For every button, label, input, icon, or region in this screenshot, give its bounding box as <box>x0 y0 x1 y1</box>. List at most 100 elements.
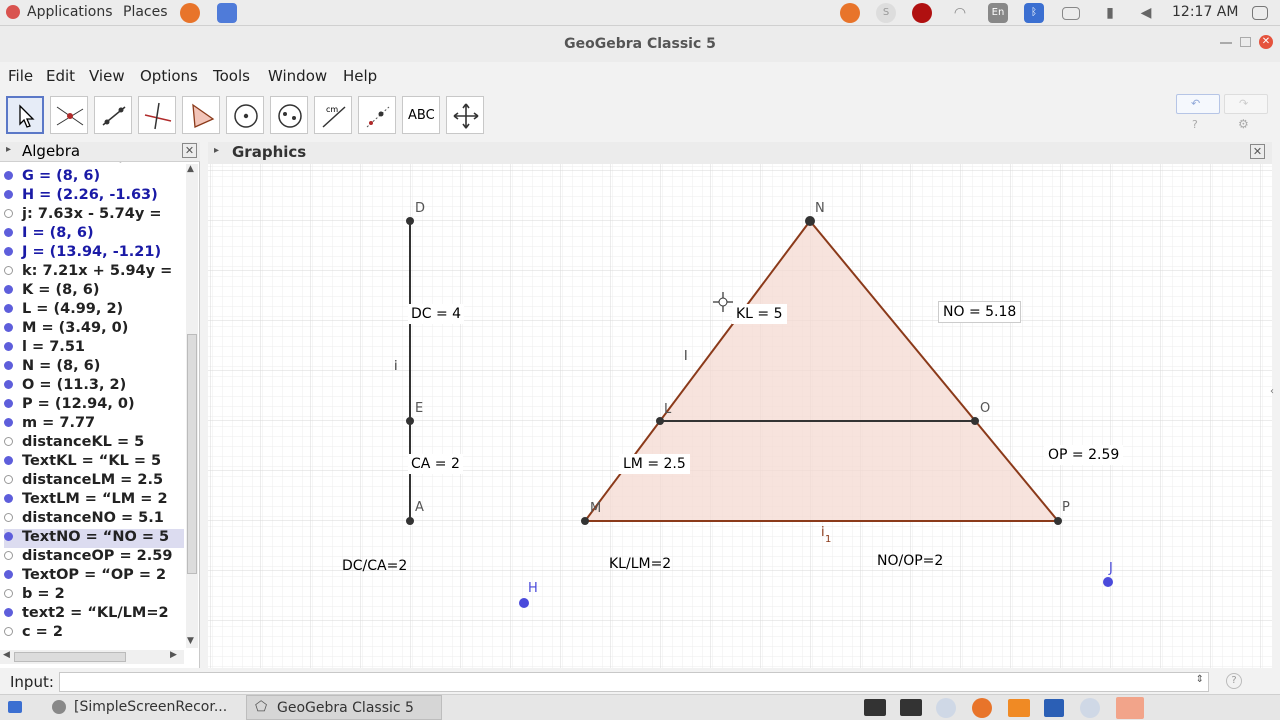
algebra-row[interactable]: J = (13.94, -1.21) <box>4 244 184 263</box>
algebra-row[interactable]: TextKL = “KL = 5 <box>4 453 184 472</box>
maximize-icon[interactable] <box>1240 37 1251 47</box>
algebra-row[interactable]: TextLM = “LM = 2 <box>4 491 184 510</box>
algebra-row[interactable]: P = (12.94, 0) <box>4 396 184 415</box>
point-tool-button[interactable] <box>50 96 88 134</box>
close-window-icon[interactable]: ✕ <box>1259 35 1273 49</box>
algebra-row[interactable]: K = (8, 6) <box>4 282 184 301</box>
algebra-vertical-scrollbar[interactable]: ▲ ▼ <box>186 164 198 648</box>
input-history-icon[interactable]: ⇕ <box>1196 674 1204 685</box>
move-view-tool-button[interactable] <box>446 96 484 134</box>
algebra-row[interactable]: N = (8, 6) <box>4 358 184 377</box>
collapse-arrow-icon[interactable]: ▸ <box>6 144 11 155</box>
line-tool-button[interactable] <box>94 96 132 134</box>
point-P[interactable] <box>1054 517 1062 525</box>
graphics-canvas[interactable]: D E A N L O M P H J i l i 1 DC = 4 CA = … <box>208 164 1274 668</box>
algebra-row[interactable]: k: 7.21x + 5.94y = <box>4 263 184 282</box>
wifi-icon[interactable]: ◠ <box>950 3 970 23</box>
applications-icon[interactable] <box>6 5 20 19</box>
conic-tool-button[interactable] <box>270 96 308 134</box>
mail-icon[interactable] <box>1062 7 1080 20</box>
visibility-toggle[interactable] <box>4 228 13 237</box>
algebra-row[interactable]: j: 7.63x - 5.74y = <box>4 206 184 225</box>
text-OP[interactable]: OP = 2.59 <box>1044 445 1124 465</box>
firefox-taskbar-icon[interactable] <box>972 698 992 718</box>
menu-window[interactable]: Window <box>268 67 327 85</box>
battery-icon[interactable]: ▮ <box>1100 3 1120 23</box>
clock[interactable]: 12:17 AM <box>1172 4 1238 20</box>
menu-view[interactable]: View <box>89 67 125 85</box>
algebra-row[interactable]: TextOP = “OP = 2 <box>4 567 184 586</box>
settings-gear-icon[interactable]: ⚙ <box>1238 117 1249 131</box>
recorder-tray-icon[interactable] <box>912 3 932 23</box>
text-ratio-NO-OP[interactable]: NO/OP=2 <box>877 553 943 569</box>
browser-icon[interactable] <box>936 698 956 718</box>
point-H[interactable] <box>519 598 529 608</box>
algebra-row[interactable]: I = (8, 6) <box>4 225 184 244</box>
scroll-up-icon[interactable]: ▲ <box>187 164 194 174</box>
algebra-row[interactable]: H = (2.26, -1.63) <box>4 187 184 206</box>
slider-tool-button[interactable] <box>358 96 396 134</box>
perpendicular-tool-button[interactable] <box>138 96 176 134</box>
algebra-row[interactable]: TextNO = “NO = 5 <box>4 529 184 548</box>
algebra-hscroll-thumb[interactable] <box>14 652 126 662</box>
text-KL[interactable]: KL = 5 <box>732 304 787 324</box>
algebra-row[interactable]: M = (3.49, 0) <box>4 320 184 339</box>
redo-button[interactable]: ↷ <box>1224 94 1268 114</box>
visibility-toggle[interactable] <box>4 247 13 256</box>
circle-tool-button[interactable] <box>226 96 264 134</box>
algebra-row[interactable]: distanceKL = 5 <box>4 434 184 453</box>
point-J[interactable] <box>1103 577 1113 587</box>
algebra-row[interactable]: b = 2 <box>4 586 184 605</box>
visibility-toggle[interactable] <box>4 285 13 294</box>
firefox-tray-icon[interactable] <box>840 3 860 23</box>
video-player-icon[interactable] <box>900 699 922 716</box>
point-M[interactable] <box>581 517 589 525</box>
places-menu[interactable]: Places <box>123 4 168 20</box>
point-N[interactable] <box>805 216 815 226</box>
visibility-toggle[interactable] <box>4 399 13 408</box>
visibility-toggle[interactable] <box>4 437 13 446</box>
visibility-toggle[interactable] <box>4 342 13 351</box>
algebra-row[interactable]: O = (11.3, 2) <box>4 377 184 396</box>
visibility-toggle[interactable] <box>4 608 13 617</box>
text-CA[interactable]: CA = 2 <box>408 454 463 474</box>
menu-edit[interactable]: Edit <box>46 67 75 85</box>
menu-file[interactable]: File <box>8 67 33 85</box>
text-tool-button[interactable]: ABC <box>402 96 440 134</box>
algebra-row[interactable]: c = 2 <box>4 624 184 643</box>
input-field[interactable]: ⇕ <box>59 672 1209 692</box>
help-icon[interactable]: ? <box>1192 118 1198 131</box>
algebra-row[interactable]: distanceNO = 5.1 <box>4 510 184 529</box>
visibility-toggle[interactable] <box>4 323 13 332</box>
algebra-scroll-thumb[interactable] <box>187 334 197 574</box>
scroll-left-icon[interactable]: ◀ <box>3 650 10 660</box>
firefox-launcher-icon[interactable] <box>180 3 200 23</box>
visibility-toggle[interactable] <box>4 570 13 579</box>
keyboard-layout-indicator[interactable]: En <box>988 3 1008 23</box>
menu-options[interactable]: Options <box>140 67 198 85</box>
close-graphics-icon[interactable]: ✕ <box>1250 144 1265 159</box>
menu-tools[interactable]: Tools <box>213 67 250 85</box>
visibility-toggle[interactable] <box>4 589 13 598</box>
writer-icon[interactable] <box>1044 699 1064 717</box>
taskbar-item-geogebra[interactable]: ⬠ GeoGebra Classic 5 <box>246 695 442 720</box>
point-D[interactable] <box>406 217 414 225</box>
text-NO[interactable]: NO = 5.18 <box>938 301 1022 323</box>
text-ratio-KL-LM[interactable]: KL/LM=2 <box>609 556 671 572</box>
power-icon[interactable] <box>1252 6 1268 20</box>
algebra-row[interactable]: m = 7.77 <box>4 415 184 434</box>
visibility-toggle[interactable] <box>4 456 13 465</box>
visibility-toggle[interactable] <box>4 475 13 484</box>
algebra-row[interactable]: L = (4.99, 2) <box>4 301 184 320</box>
applications-menu[interactable]: Applications <box>27 4 113 20</box>
algebra-row[interactable]: l = 7.51 <box>4 339 184 358</box>
text-ratio-DC-CA[interactable]: DC/CA=2 <box>342 558 407 574</box>
scroll-down-icon[interactable]: ▼ <box>187 636 194 646</box>
algebra-row[interactable]: distanceLM = 2.5 <box>4 472 184 491</box>
algebra-horizontal-scrollbar[interactable]: ◀ ▶ <box>0 650 184 664</box>
chrome-icon[interactable] <box>1080 698 1100 718</box>
visibility-toggle[interactable] <box>4 171 13 180</box>
volume-icon[interactable]: ◀ <box>1136 3 1156 23</box>
visibility-toggle[interactable] <box>4 380 13 389</box>
collapse-arrow-icon[interactable]: ▸ <box>214 145 219 156</box>
